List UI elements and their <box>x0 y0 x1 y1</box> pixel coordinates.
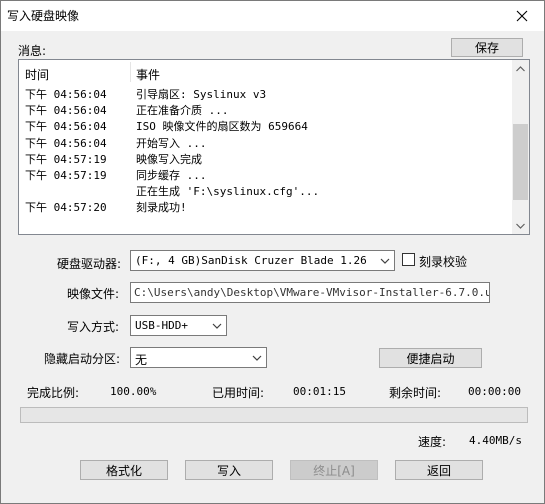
column-header-event[interactable]: 事件 <box>136 66 160 83</box>
log-event: 正在准备介质 ... <box>136 104 229 118</box>
write-button[interactable]: 写入 <box>185 460 273 480</box>
log-scrollbar[interactable] <box>512 60 529 234</box>
quick-boot-button[interactable]: 便捷启动 <box>379 348 482 368</box>
write-mode-label: 写入方式: <box>67 320 120 334</box>
log-row[interactable]: 下午 04:56:04 开始写入 ... <box>19 134 512 150</box>
messages-label: 消息: <box>18 44 47 58</box>
close-icon <box>516 10 528 21</box>
log-event: 引导扇区: Syslinux v3 <box>136 88 267 101</box>
log-event: ISO 映像文件的扇区数为 659664 <box>136 120 308 134</box>
log-row[interactable]: 下午 04:56:04 正在准备介质 ... <box>19 101 512 117</box>
message-log[interactable]: 时间 事件 下午 04:56:04 引导扇区: Syslinux v3 下午 04… <box>18 59 530 235</box>
window-title: 写入硬盘映像 <box>7 9 80 23</box>
log-event: 刻录成功! <box>136 201 187 215</box>
scroll-down-button[interactable] <box>512 217 529 234</box>
hidden-partition-value: 无 <box>135 353 148 367</box>
log-time: 下午 04:56:04 <box>25 88 107 101</box>
log-row[interactable]: 正在生成 'F:\syslinux.cfg'... <box>19 182 512 198</box>
log-time: 下午 04:57:19 <box>25 168 107 182</box>
verify-checkbox[interactable] <box>402 253 415 266</box>
log-event: 同步缓存 ... <box>136 168 207 182</box>
write-disk-image-window: 写入硬盘映像 消息: 保存 时间 事件 下午 04:56:04 引导扇区: Sys… <box>0 0 545 504</box>
image-file-label: 映像文件: <box>67 287 120 301</box>
complete-label: 完成比例: <box>27 386 80 400</box>
image-file-path: C:\Users\andy\Desktop\VMware-VMvisor-Ins… <box>134 286 490 299</box>
log-time: 下午 04:57:20 <box>25 201 107 215</box>
log-time: 下午 04:56:04 <box>25 104 107 118</box>
abort-button[interactable]: 终止[A] <box>290 460 378 480</box>
log-row[interactable]: 下午 04:56:04 引导扇区: Syslinux v3 <box>19 85 512 101</box>
close-button[interactable] <box>500 1 544 30</box>
drive-label: 硬盘驱动器: <box>57 257 122 271</box>
write-mode-select[interactable]: USB-HDD+ <box>130 315 227 336</box>
log-header: 时间 事件 <box>19 60 512 84</box>
complete-value: 100.00% <box>110 385 157 398</box>
log-time: 下午 04:56:04 <box>25 136 107 150</box>
chevron-down-icon <box>380 258 390 264</box>
log-time: 下午 04:57:19 <box>25 152 107 166</box>
drive-select-value: (F:, 4 GB)SanDisk Cruzer Blade 1.26 <box>135 254 367 267</box>
speed-label: 速度: <box>418 435 447 449</box>
log-event: 正在生成 'F:\syslinux.cfg'... <box>136 185 320 199</box>
hidden-partition-select[interactable]: 无 <box>130 347 267 368</box>
remaining-label: 剩余时间: <box>389 386 442 400</box>
back-button[interactable]: 返回 <box>395 460 483 480</box>
chevron-down-icon <box>212 323 222 329</box>
log-event: 映像写入完成 <box>136 152 202 166</box>
log-row[interactable]: 下午 04:57:19 映像写入完成 <box>19 150 512 166</box>
image-file-field[interactable]: C:\Users\andy\Desktop\VMware-VMvisor-Ins… <box>130 282 490 303</box>
progress-bar <box>20 407 528 423</box>
log-time: 下午 04:56:04 <box>25 120 107 134</box>
log-row[interactable]: 下午 04:57:20 刻录成功! <box>19 198 512 214</box>
write-mode-value: USB-HDD+ <box>135 319 188 332</box>
chevron-down-icon <box>516 223 525 229</box>
log-event: 开始写入 ... <box>136 136 207 150</box>
format-button[interactable]: 格式化 <box>80 460 168 480</box>
speed-value: 4.40MB/s <box>469 434 522 447</box>
save-button[interactable]: 保存 <box>451 38 523 57</box>
log-rows: 下午 04:56:04 引导扇区: Syslinux v3 下午 04:56:04… <box>19 85 512 215</box>
chevron-up-icon <box>516 65 525 71</box>
scroll-up-button[interactable] <box>512 60 529 77</box>
title-bar: 写入硬盘映像 <box>1 1 544 31</box>
drive-select[interactable]: (F:, 4 GB)SanDisk Cruzer Blade 1.26 <box>130 250 395 271</box>
verify-label[interactable]: 刻录校验 <box>419 253 467 270</box>
hidden-partition-label: 隐藏启动分区: <box>44 352 121 366</box>
column-separator <box>130 62 131 82</box>
log-row[interactable]: 下午 04:57:19 同步缓存 ... <box>19 166 512 182</box>
elapsed-value: 00:01:15 <box>293 385 346 398</box>
log-row[interactable]: 下午 04:56:04 ISO 映像文件的扇区数为 659664 <box>19 117 512 133</box>
remaining-value: 00:00:00 <box>468 385 521 398</box>
chevron-down-icon <box>252 355 262 361</box>
column-header-time[interactable]: 时间 <box>25 66 49 83</box>
elapsed-label: 已用时间: <box>212 386 265 400</box>
scroll-thumb[interactable] <box>513 124 528 200</box>
